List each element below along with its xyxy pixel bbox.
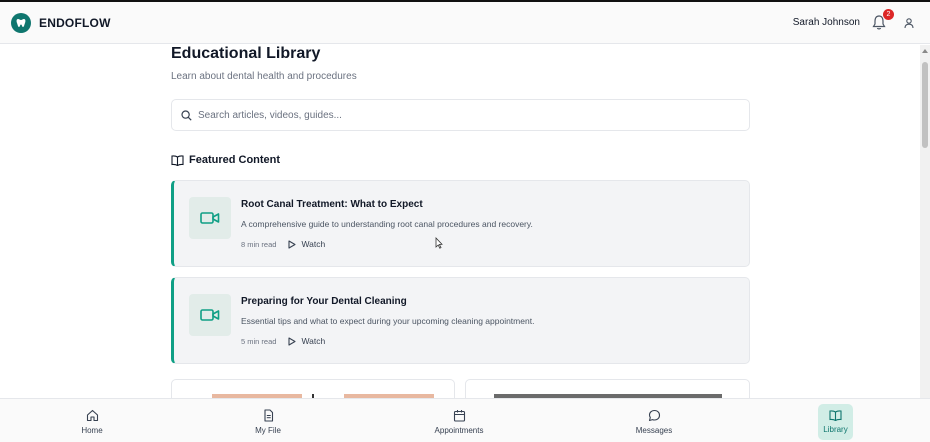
top-bar: ENDOFLOW Sarah Johnson 2 [0,2,930,44]
content-card[interactable] [465,379,750,398]
watch-label: Watch [301,336,326,346]
video-icon [200,212,220,224]
read-time: 8 min read [241,239,277,249]
play-icon [288,239,296,249]
featured-card[interactable]: Root Canal Treatment: What to Expect A c… [171,180,750,267]
card-description: Essential tips and what to expect during… [241,316,535,326]
card-meta: 8 min read Watch [241,239,325,249]
main-content: Educational Library Learn about dental h… [0,45,920,398]
search-icon [181,109,192,121]
play-icon [288,336,296,346]
page-title: Educational Library [171,45,321,62]
nav-label: My File [255,426,281,435]
mouse-cursor-icon [435,237,443,249]
watch-label: Watch [301,239,326,249]
nav-item-appointments[interactable]: Appointments [429,404,489,440]
nav-label: Library [823,425,848,434]
featured-heading-label: Featured Content [189,154,281,166]
file-icon [263,409,273,422]
featured-heading: Featured Content [171,154,280,166]
message-icon [648,409,660,422]
nav-item-my-file[interactable]: My File [248,404,288,440]
nav-label: Home [81,426,103,435]
tooth-logo-icon[interactable] [11,12,31,33]
video-thumbnail [189,197,231,239]
user-name[interactable]: Sarah Johnson [793,17,860,28]
book-icon [171,154,184,166]
scrollbar-thumb[interactable] [922,62,928,148]
app-window: ENDOFLOW Sarah Johnson 2 Educational Lib… [0,0,930,442]
read-time: 5 min read [241,336,277,346]
scroll-up-arrow-icon[interactable] [922,49,928,53]
featured-card[interactable]: Preparing for Your Dental Cleaning Essen… [171,277,750,364]
brand-name[interactable]: ENDOFLOW [39,16,111,30]
card-description: A comprehensive guide to understanding r… [241,219,533,229]
search-input[interactable] [198,109,698,121]
nav-label: Messages [635,426,673,435]
watch-button[interactable]: Watch [288,336,325,346]
nav-item-home[interactable]: Home [72,404,112,440]
notification-badge: 2 [883,9,894,20]
home-icon [86,409,98,422]
video-thumbnail [189,294,231,336]
book-icon [829,410,842,421]
content-card[interactable] [171,379,455,398]
search-box[interactable] [171,99,750,131]
nav-item-library[interactable]: Library [818,404,853,440]
card-title[interactable]: Root Canal Treatment: What to Expect [241,199,423,210]
calendar-icon [453,410,465,422]
card-title[interactable]: Preparing for Your Dental Cleaning [241,296,407,307]
bottom-navigation: Home My File Appointments Messages Libra… [0,398,930,442]
user-icon[interactable] [903,17,915,29]
watch-button[interactable]: Watch [288,239,325,249]
nav-label: Appointments [434,426,484,435]
scrollbar[interactable] [920,45,930,398]
card-meta: 5 min read Watch [241,336,325,346]
nav-item-messages[interactable]: Messages [632,404,676,440]
video-icon [200,309,220,321]
page-subtitle: Learn about dental health and procedures [171,71,357,82]
